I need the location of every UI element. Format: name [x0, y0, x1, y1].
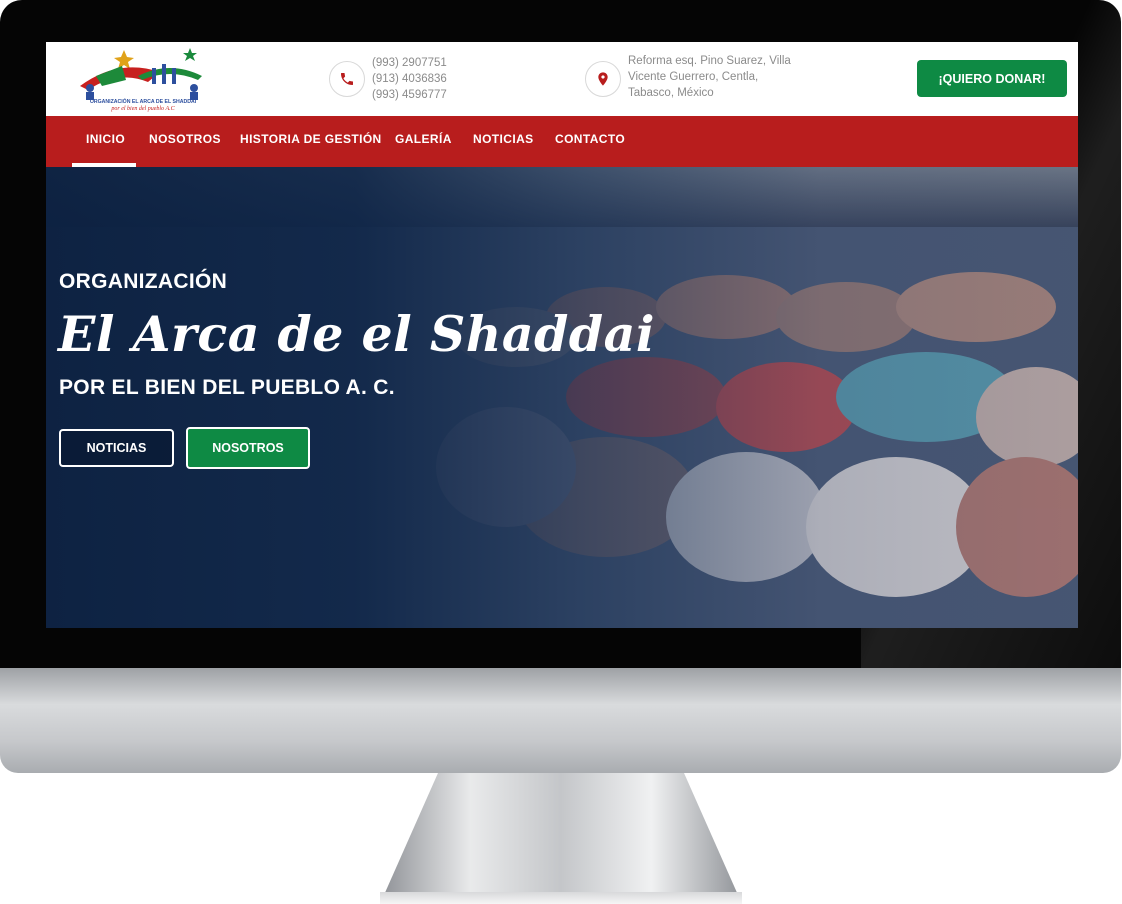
donate-button[interactable]: ¡QUIERO DONAR! [917, 60, 1067, 97]
location-pin-icon [585, 61, 621, 97]
phone-number[interactable]: (993) 4596777 [372, 87, 447, 103]
nav-item-nosotros[interactable]: NOSOTROS [149, 116, 221, 167]
website-screen: ORGANIZACIÓN EL ARCA DE EL SHADDAI por e… [46, 42, 1078, 628]
address-line: Tabasco, México [628, 87, 714, 99]
nav-item-galeria[interactable]: GALERÍA [395, 116, 452, 167]
phone-number[interactable]: (913) 4036836 [372, 71, 447, 87]
address-line: Vicente Guerrero, Centla, [628, 71, 759, 83]
nav-item-contacto[interactable]: CONTACTO [555, 116, 625, 167]
svg-text:ORGANIZACIÓN EL ARCA DE EL SHA: ORGANIZACIÓN EL ARCA DE EL SHADDAI [90, 97, 197, 105]
site-logo[interactable]: ORGANIZACIÓN EL ARCA DE EL SHADDAI por e… [78, 46, 208, 112]
phone-numbers: (993) 2907751 (913) 4036836 (993) 459677… [372, 55, 447, 103]
hero-pretitle: ORGANIZACIÓN [59, 270, 228, 293]
monitor-stand-base [380, 892, 742, 904]
svg-text:por el bien del pueblo A.C: por el bien del pueblo A.C [110, 106, 175, 112]
hero-title: El Arca de el Shaddai [58, 305, 655, 363]
phone-number[interactable]: (993) 2907751 [372, 55, 447, 71]
nosotros-button[interactable]: NOSOTROS [186, 427, 310, 469]
top-header: ORGANIZACIÓN EL ARCA DE EL SHADDAI por e… [46, 42, 1078, 116]
hero-banner: ORGANIZACIÓN El Arca de el Shaddai POR E… [46, 167, 1078, 628]
phone-icon [329, 61, 365, 97]
address: Reforma esq. Pino Suarez, Villa Vicente … [628, 53, 803, 101]
monitor-stand [380, 773, 742, 904]
noticias-button[interactable]: NOTICIAS [59, 429, 174, 467]
nav-item-historia[interactable]: HISTORIA DE GESTIÓN [240, 116, 382, 167]
nav-item-inicio[interactable]: INICIO [86, 116, 125, 167]
address-line: Reforma esq. Pino Suarez, Villa [628, 55, 791, 67]
monitor-chin [0, 668, 1121, 773]
nav-item-noticias[interactable]: NOTICIAS [473, 116, 534, 167]
hero-subtitle: POR EL BIEN DEL PUEBLO A. C. [59, 376, 395, 399]
main-nav: INICIO NOSOTROS HISTORIA DE GESTIÓN GALE… [46, 116, 1078, 167]
